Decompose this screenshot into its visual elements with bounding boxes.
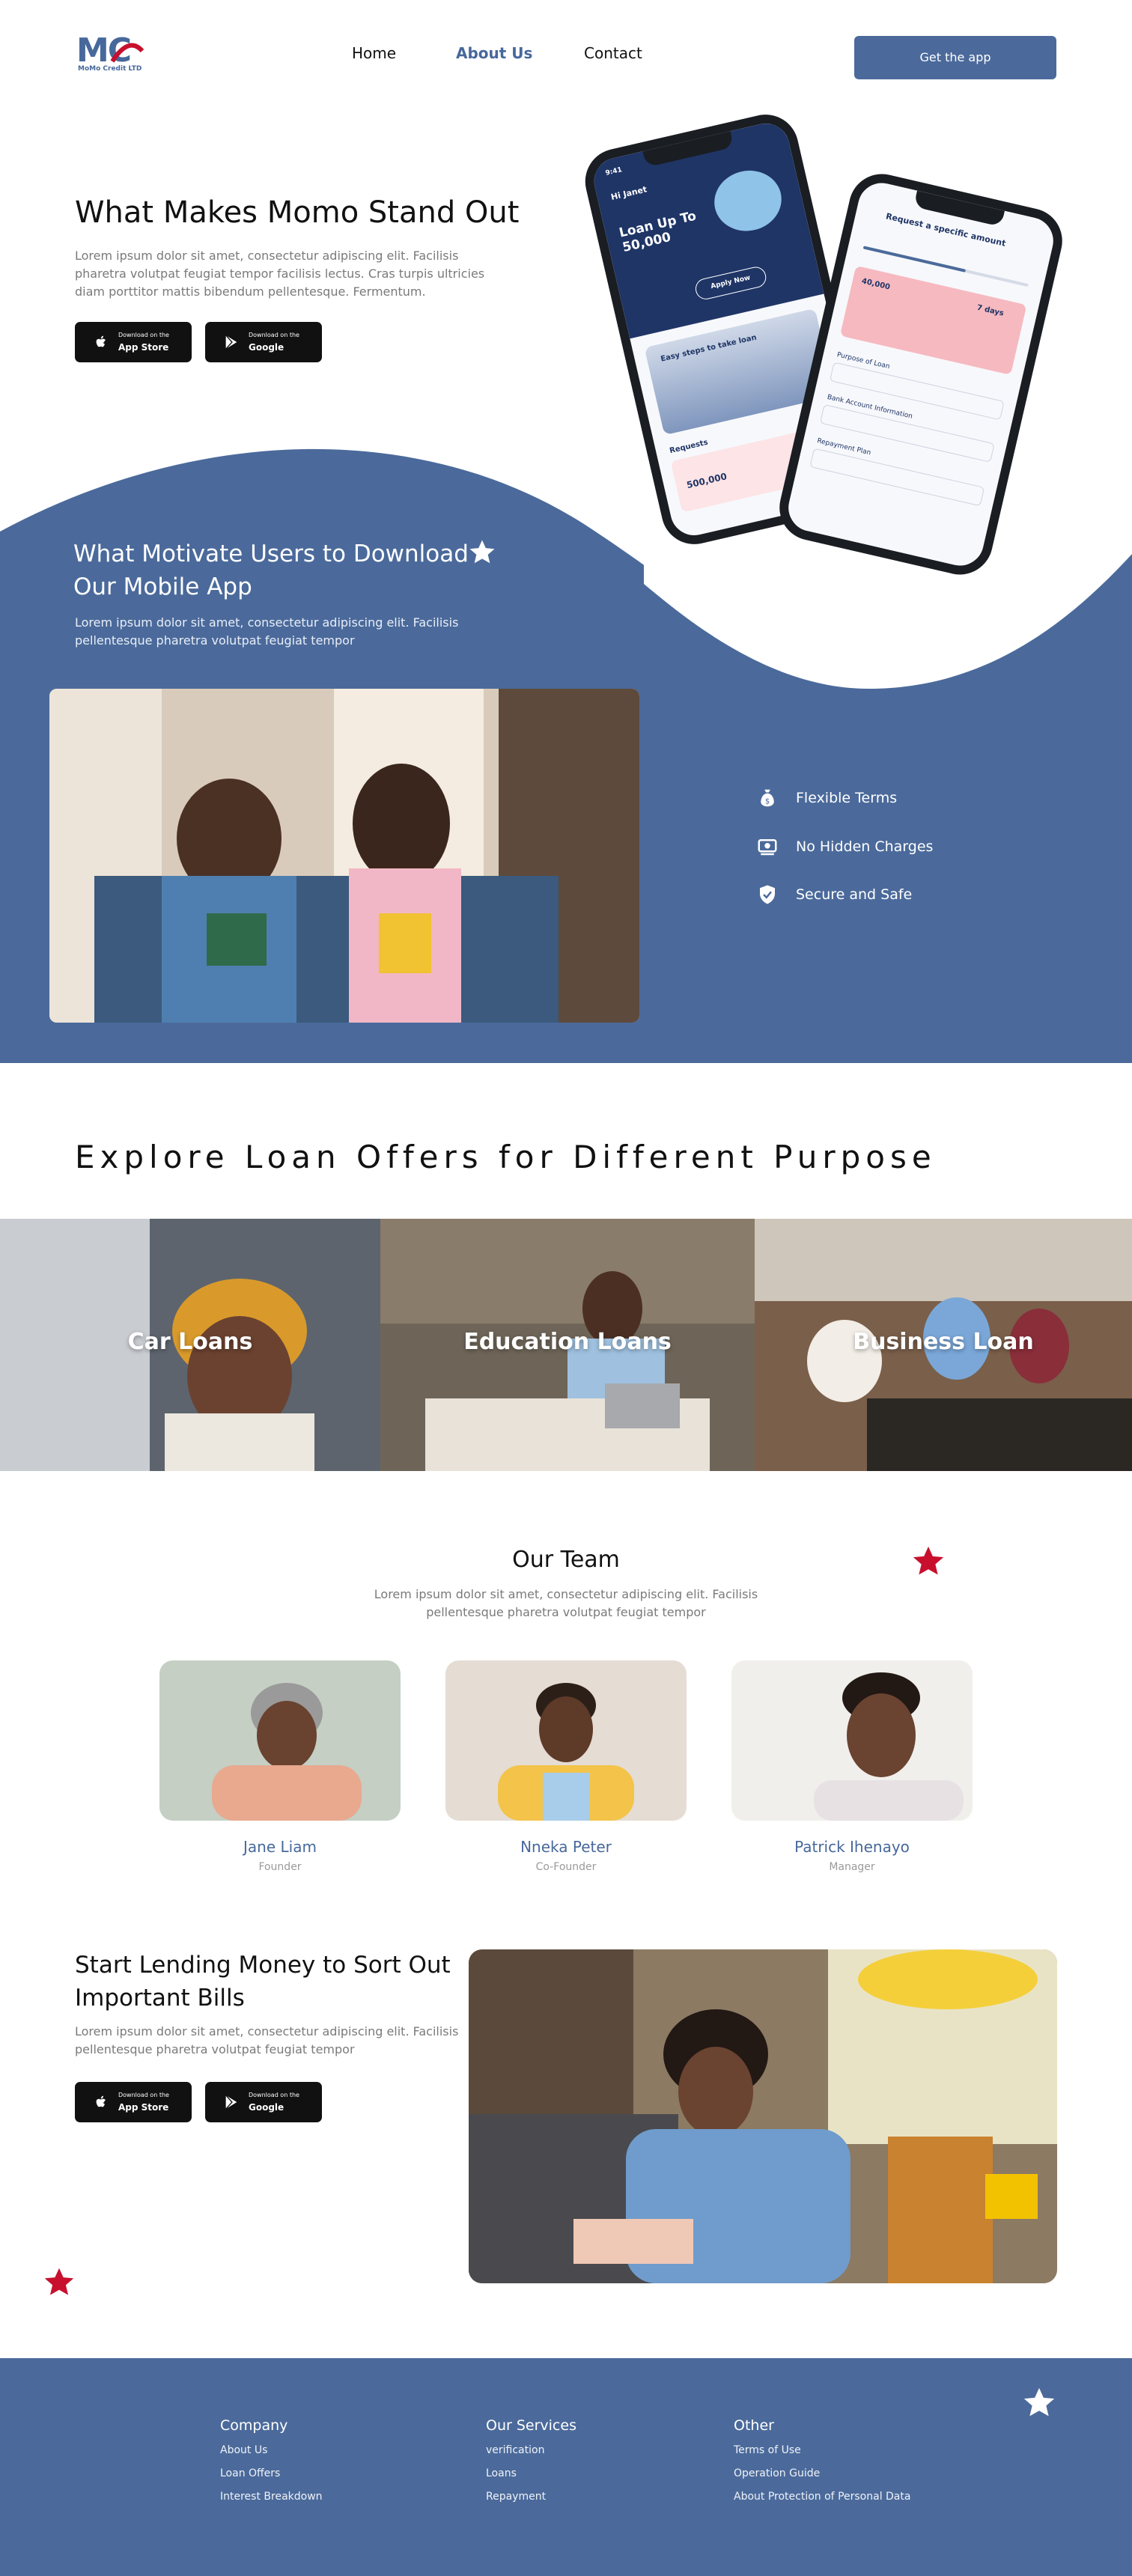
phone-apply-button: Apply Now bbox=[693, 264, 769, 302]
google-play-button[interactable]: Download on the Google bbox=[205, 2082, 322, 2122]
member-name: Jane Liam bbox=[243, 1838, 317, 1856]
phone-request-amount: 500,000 bbox=[685, 471, 728, 491]
lending-text: Lorem ipsum dolor sit amet, consectetur … bbox=[75, 2024, 459, 2056]
lending-title: Start Lending Money to Sort Out Importan… bbox=[75, 1952, 451, 2012]
phone-days-value: 7 days bbox=[976, 303, 1005, 318]
loan-tile-education[interactable]: Education Loans bbox=[380, 1219, 755, 1471]
phone-slider-fill bbox=[862, 246, 967, 272]
google-play-icon bbox=[225, 2095, 237, 2110]
phone-time: 9:41 bbox=[604, 166, 623, 177]
footer-heading-other: Other bbox=[734, 2417, 774, 2434]
google-play-small: Download on the bbox=[249, 2092, 299, 2098]
motivate-text: Lorem ipsum dolor sit amet, consectetur … bbox=[75, 615, 459, 648]
member-photo-patrick bbox=[731, 1660, 973, 1821]
google-play-label: Google bbox=[249, 2102, 284, 2113]
google-play-button[interactable]: Download on the Google bbox=[205, 322, 322, 362]
apple-icon bbox=[96, 2095, 106, 2107]
team-title: Our Team bbox=[512, 1547, 620, 1573]
member-name: Patrick Ihenayo bbox=[794, 1838, 910, 1856]
member-photo-jane bbox=[159, 1660, 401, 1821]
loan-tile-car[interactable]: Car Loans bbox=[0, 1219, 380, 1471]
footer-heading-services: Our Services bbox=[486, 2417, 576, 2434]
logo-swoosh-icon bbox=[110, 43, 144, 63]
apple-icon bbox=[96, 335, 106, 347]
loan-label: Education Loans bbox=[463, 1329, 672, 1355]
motivate-title: What Motivate Users to Download Our Mobi… bbox=[73, 541, 469, 600]
feature-label: Secure and Safe bbox=[796, 886, 913, 903]
phone-field-box bbox=[809, 448, 985, 507]
footer-link-about-us[interactable]: About Us bbox=[220, 2443, 267, 2458]
svg-text:$: $ bbox=[765, 798, 770, 806]
star-icon bbox=[44, 2268, 74, 2295]
nav-about-us[interactable]: About Us bbox=[456, 43, 532, 63]
shield-check-icon bbox=[760, 885, 775, 904]
footer-link-interest-breakdown[interactable]: Interest Breakdown bbox=[220, 2489, 323, 2504]
phone-greeting: Hi Janet bbox=[609, 184, 648, 203]
footer-link-loans[interactable]: Loans bbox=[486, 2466, 517, 2481]
logo[interactable]: MC MoMo Credit LTD bbox=[75, 33, 147, 75]
app-store-button[interactable]: Download on the App Store bbox=[75, 2082, 192, 2122]
member-role: Co-Founder bbox=[535, 1861, 597, 1873]
loan-label: Business Loan bbox=[853, 1329, 1034, 1355]
member-role: Manager bbox=[829, 1861, 875, 1873]
star-icon bbox=[1023, 2387, 1055, 2417]
avatar bbox=[159, 1660, 401, 1821]
phone-request-title: Request a specific amount bbox=[884, 211, 1007, 249]
loan-label: Car Loans bbox=[127, 1329, 253, 1355]
google-play-icon bbox=[225, 335, 237, 350]
app-store-label: App Store bbox=[118, 2102, 169, 2113]
member-role: Founder bbox=[258, 1861, 302, 1873]
footer-link-terms[interactable]: Terms of Use bbox=[734, 2443, 801, 2458]
hero-title: What Makes Momo Stand Out bbox=[75, 195, 520, 230]
google-play-small: Download on the bbox=[249, 332, 299, 338]
google-play-label: Google bbox=[249, 342, 284, 353]
feature-label: No Hidden Charges bbox=[796, 838, 934, 855]
woman-on-phone-photo bbox=[469, 1949, 1057, 2283]
footer-link-verification[interactable]: verification bbox=[486, 2443, 544, 2458]
nav-home[interactable]: Home bbox=[352, 43, 396, 63]
get-the-app-button[interactable]: Get the app bbox=[854, 36, 1056, 79]
feature-label: Flexible Terms bbox=[796, 790, 898, 806]
nav-contact[interactable]: Contact bbox=[584, 43, 642, 63]
star-icon bbox=[469, 540, 495, 564]
phone-amount-value: 40,000 bbox=[860, 277, 891, 292]
avatar bbox=[445, 1660, 687, 1821]
phone-headline: Loan Up To 50,000 bbox=[618, 208, 698, 256]
footer-link-data-protection[interactable]: About Protection of Personal Data bbox=[734, 2489, 910, 2504]
couple-photo-illustration bbox=[49, 689, 639, 1023]
lending-photo bbox=[469, 1949, 1057, 2283]
avatar bbox=[731, 1660, 973, 1821]
team-text: Lorem ipsum dolor sit amet, consectetur … bbox=[374, 1587, 758, 1619]
money-bag-icon: $ bbox=[761, 789, 774, 807]
footer-link-operation-guide[interactable]: Operation Guide bbox=[734, 2466, 820, 2481]
member-name: Nneka Peter bbox=[520, 1838, 612, 1856]
logo-subtitle: MoMo Credit LTD bbox=[78, 65, 142, 73]
cash-icon bbox=[758, 839, 777, 856]
footer-heading-company: Company bbox=[220, 2417, 288, 2434]
hero-text: Lorem ipsum dolor sit amet, consectetur … bbox=[75, 249, 485, 299]
star-icon bbox=[913, 1546, 944, 1575]
offers-title: Explore Loan Offers for Different Purpos… bbox=[75, 1139, 937, 1175]
footer-link-loan-offers[interactable]: Loan Offers bbox=[220, 2466, 280, 2481]
app-store-button[interactable]: Download on the App Store bbox=[75, 322, 192, 362]
phone-illustration bbox=[708, 164, 788, 238]
couple-photo bbox=[49, 689, 639, 1023]
app-store-small: Download on the bbox=[118, 2092, 169, 2098]
app-store-label: App Store bbox=[118, 342, 169, 353]
footer-link-repayment[interactable]: Repayment bbox=[486, 2489, 546, 2504]
member-photo-nneka bbox=[445, 1660, 687, 1821]
phone-card-title: Easy steps to take loan bbox=[660, 333, 758, 364]
app-store-small: Download on the bbox=[118, 332, 169, 338]
loan-tile-business[interactable]: Business Loan bbox=[755, 1219, 1132, 1471]
footer: Company About Us Loan Offers Interest Br… bbox=[0, 2358, 1132, 2576]
